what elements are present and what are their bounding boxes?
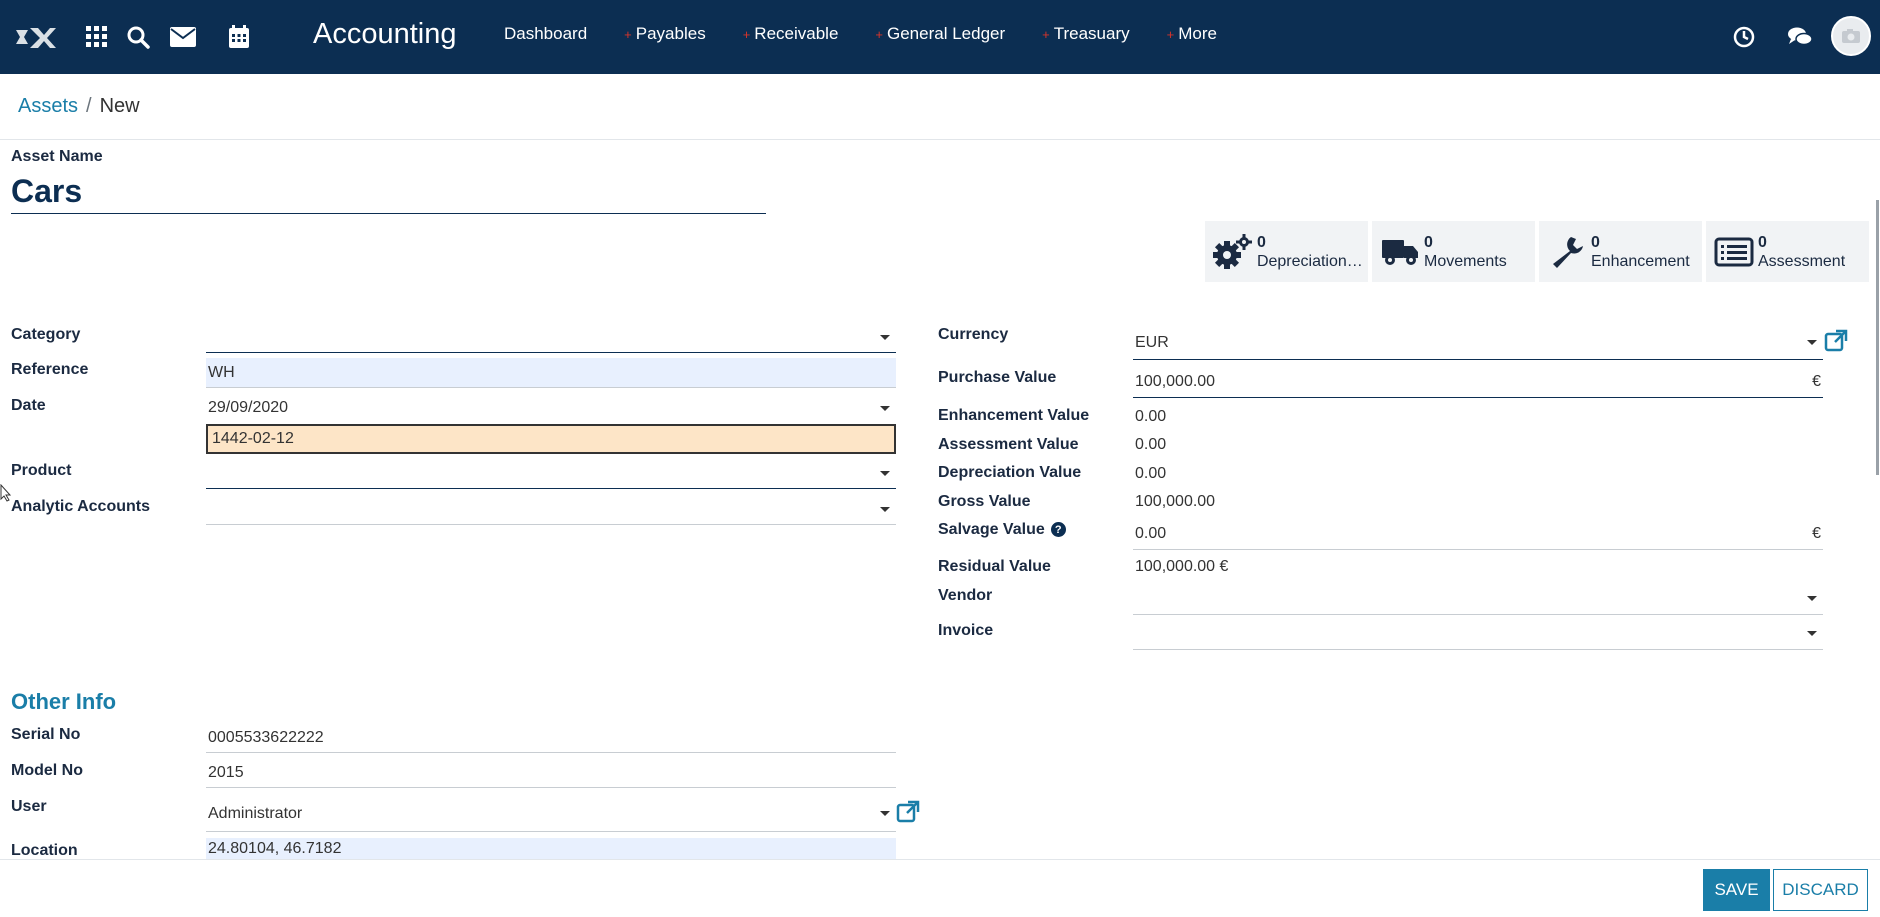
purchase-value-label: Purchase Value — [938, 369, 1057, 386]
depreciations-smart-button[interactable]: 0 Depreciations... — [1205, 221, 1368, 282]
truck-icon — [1376, 232, 1424, 272]
external-link-icon[interactable] — [1824, 329, 1848, 353]
category-select[interactable] — [206, 323, 896, 353]
chevron-down-icon — [1807, 596, 1817, 601]
product-label: Product — [11, 462, 72, 479]
movements-smart-button[interactable]: 0 Movements — [1372, 221, 1535, 282]
invoice-select[interactable] — [1133, 618, 1823, 650]
residual-value-label: Residual Value — [938, 558, 1051, 575]
top-navbar: Accounting Dashboard + Payables + Receivab… — [0, 0, 1880, 74]
user-avatar[interactable] — [1831, 16, 1871, 56]
model-no-label: Model No — [11, 762, 83, 779]
hijri-date-input[interactable]: 1442-02-12 — [206, 424, 896, 454]
assessment-value: 0.00 — [1135, 436, 1167, 453]
enhancement-value-label: Enhancement Value — [938, 407, 1090, 424]
gross-value: 100,000.00 — [1135, 493, 1216, 510]
category-label: Category — [11, 326, 81, 343]
breadcrumb-separator: / — [86, 95, 92, 117]
residual-value: 100,000.00 € — [1135, 558, 1229, 575]
footer-divider — [0, 859, 1880, 860]
menu-general-ledger[interactable]: + General Ledger — [875, 24, 1005, 44]
purchase-value-input[interactable]: 100,000.00 € — [1133, 366, 1823, 398]
gross-value-label: Gross Value — [938, 493, 1031, 510]
asset-name-label: Asset Name — [11, 148, 103, 165]
menu-treasuary[interactable]: + Treasuary — [1042, 24, 1130, 44]
divider — [0, 139, 1880, 140]
enhancement-count: 0 — [1591, 233, 1600, 251]
breadcrumb-current: New — [99, 95, 140, 117]
product-select[interactable] — [206, 459, 896, 489]
assessment-smart-button[interactable]: 0 Assessment — [1706, 221, 1869, 282]
chevron-down-icon — [1807, 631, 1817, 636]
movements-label: Movements — [1424, 252, 1507, 270]
calendar-icon[interactable] — [224, 20, 254, 54]
reference-label: Reference — [11, 361, 89, 378]
chevron-down-icon — [880, 811, 890, 816]
chevron-down-icon — [880, 335, 890, 340]
location-label: Location — [11, 842, 78, 859]
currency-label: Currency — [938, 326, 1009, 343]
analytic-accounts-label: Analytic Accounts — [11, 498, 150, 515]
chevron-down-icon — [880, 405, 890, 411]
enhancement-value: 0.00 — [1135, 408, 1167, 425]
date-input[interactable]: 29/09/2020 — [206, 393, 896, 423]
page-scrollbar[interactable] — [1876, 200, 1879, 475]
invoice-label: Invoice — [938, 622, 994, 639]
location-input[interactable]: 24.80104, 46.7182 — [206, 838, 896, 860]
breadcrumb-assets-link[interactable]: Assets — [18, 95, 78, 117]
external-link-icon[interactable] — [896, 800, 920, 824]
depreciations-label: Depreciations... — [1256, 252, 1368, 270]
currency-select[interactable]: EUR — [1133, 326, 1823, 360]
date-label: Date — [11, 397, 46, 414]
chevron-down-icon — [880, 471, 890, 476]
list-card-icon — [1710, 232, 1758, 272]
assessment-label: Assessment — [1758, 252, 1846, 270]
asset-name-input[interactable] — [11, 170, 766, 214]
app-logo-icon[interactable] — [14, 20, 58, 54]
activity-clock-icon[interactable] — [1729, 20, 1759, 54]
enhancement-label: Enhancement — [1591, 252, 1690, 270]
apps-grid-icon[interactable] — [82, 20, 112, 54]
help-icon[interactable]: ? — [1050, 522, 1066, 538]
main-menu: Dashboard + Payables + Receivable + General… — [500, 24, 1254, 44]
depreciations-count: 0 — [1256, 233, 1266, 251]
save-button[interactable]: SAVE — [1703, 869, 1770, 911]
enhancement-smart-button[interactable]: 0 Enhancement — [1539, 221, 1702, 282]
app-title[interactable]: Accounting — [313, 18, 457, 51]
chevron-down-icon — [880, 507, 890, 512]
assessment-count: 0 — [1758, 233, 1767, 251]
depreciation-value-label: Depreciation Value — [938, 464, 1082, 481]
menu-payables[interactable]: + Payables — [624, 24, 706, 44]
analytic-accounts-select[interactable] — [206, 495, 896, 525]
chat-icon[interactable] — [1785, 20, 1815, 54]
user-select[interactable]: Administrator — [206, 796, 896, 832]
camera-icon — [1842, 29, 1860, 43]
menu-more[interactable]: + More — [1167, 24, 1217, 44]
search-icon[interactable] — [123, 20, 153, 54]
breadcrumb: Assets / New — [18, 95, 140, 118]
serial-no-input[interactable]: 0005533622222 — [206, 723, 896, 753]
serial-no-label: Serial No — [11, 726, 81, 743]
movements-count: 0 — [1424, 233, 1433, 251]
chevron-down-icon — [1807, 340, 1817, 345]
discard-button[interactable]: DISCARD — [1773, 869, 1868, 911]
user-label: User — [11, 798, 47, 815]
mail-icon[interactable] — [168, 20, 198, 54]
menu-receivable[interactable]: + Receivable — [743, 24, 839, 44]
other-info-title: Other Info — [11, 689, 117, 714]
salvage-value-input[interactable]: 0.00 € — [1133, 518, 1823, 550]
menu-dashboard[interactable]: Dashboard — [500, 24, 587, 44]
assessment-value-label: Assessment Value — [938, 436, 1079, 453]
reference-input[interactable]: WH — [206, 358, 896, 388]
depreciation-value: 0.00 — [1135, 465, 1167, 482]
mouse-cursor-icon — [0, 483, 12, 507]
gears-icon — [1209, 232, 1257, 272]
salvage-value-label: Salvage Value? — [938, 521, 1066, 539]
wrench-icon — [1543, 232, 1591, 272]
model-no-input[interactable]: 2015 — [206, 758, 896, 788]
vendor-select[interactable] — [1133, 583, 1823, 615]
vendor-label: Vendor — [938, 587, 993, 604]
